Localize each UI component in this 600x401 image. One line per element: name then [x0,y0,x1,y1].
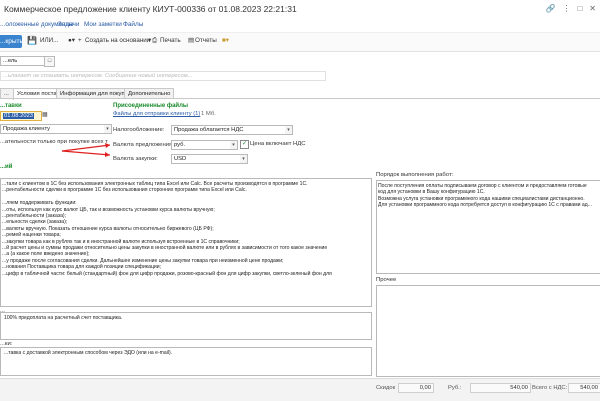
other-label: Прочее [376,277,397,283]
text-line: Для установки программного кода потребуе… [378,202,592,209]
window-title: Коммерческое предложение клиенту КИУТ-00… [4,4,297,14]
vat-checkbox-label: Цена включает НДС [250,141,306,147]
organization-field[interactable]: ...ель [0,56,46,66]
offer-currency-chevron-icon[interactable]: ▾ [230,140,238,150]
link-icon[interactable]: 🔗 [545,4,555,13]
attached-files-link[interactable]: Файлы для отправки клиенту (1) [113,111,200,117]
vat-total-label: Всего с НДС: [532,385,568,391]
plus-icon: + [78,37,82,44]
totals-footer: Скидок 0,00 Руб.: 540,00 Всего с НДС: 54… [0,378,600,401]
reports-icon: ▤ [188,37,194,44]
nav-bar: ...оложенные документы Задачи Мои заметк… [0,18,600,33]
description-label: ...ий [0,164,13,170]
nav-tasks[interactable]: Задачи [58,21,79,28]
total-label: Руб.: [448,385,462,391]
date-value: 01.08.2023 [3,113,35,119]
organization-open-icon[interactable]: □ [44,56,55,67]
tax-label: Налогообложение: [113,127,165,133]
title-bar: Коммерческое предложение клиенту КИУТ-00… [0,0,600,19]
folder-icon[interactable]: ■▾ [222,37,229,44]
delivery-section-label: ...тавки [0,103,22,109]
discounts-label: Скидок [376,385,396,391]
text-line: ...цифр в табличной части: белый (станда… [2,270,332,277]
payment-value: 100% предоплата на расчетный счет постав… [4,315,123,321]
attached-files-size: 1 Мб. [201,111,216,117]
total-value: 540,00 [470,383,531,393]
arrow-to-offer-currency [61,144,111,152]
arrow-head-offer [105,143,110,148]
printer-icon: ⎙ [152,37,158,44]
purchase-currency-field[interactable]: USD [171,154,242,164]
description-lines: ...тали с клиентом в 1С без использовани… [1,179,371,279]
red-arrows [61,143,111,157]
attached-files-heading: Присоединенные файлы [113,103,189,109]
sale-type-field[interactable]: Продажа клиенту [0,124,106,134]
toolbar: ...крыть 💾 ИЛИ... ●▾ + Создать на основа… [0,33,600,52]
window-buttons: 🔗 ⋮ □ ✕ [545,4,596,13]
procedure-textarea[interactable]: После поступления оплаты подписываем дог… [376,180,600,274]
offer-currency-field[interactable]: руб. [171,140,232,150]
procedure-lines: После поступления оплаты подписываем дог… [377,181,600,211]
save-icon[interactable]: 💾 [27,36,37,45]
maximize-icon[interactable]: □ [577,4,582,13]
discounts-value: 0,00 [398,383,434,393]
offer-currency-label: Валюта предложения: [113,142,174,148]
create-based-chevron-icon[interactable]: ▾ [148,37,151,44]
other-textarea[interactable] [376,285,600,377]
ili-button[interactable]: ИЛИ... [40,37,58,44]
nav-notes[interactable]: Мои заметки [84,21,122,28]
description-textarea[interactable]: ...тали с клиентом в 1С без использовани… [0,178,372,307]
reports-button[interactable]: Отчеты [195,37,217,44]
sale-type-chevron-icon[interactable]: ▾ [104,124,112,134]
create-based-button[interactable]: Создать на основании [85,37,150,44]
vat-total-value: 540,00 [568,383,600,393]
user-icon[interactable]: ●▾ [68,37,75,44]
more-icon[interactable]: ⋮ [562,4,570,13]
tax-field[interactable]: Продажа облагается НДС [171,125,287,135]
close-icon[interactable]: ✕ [589,4,596,13]
print-button[interactable]: Печать [160,37,181,44]
nav-files[interactable]: Файлы [123,21,143,28]
tax-chevron-icon[interactable]: ▾ [285,125,293,135]
comment-field[interactable]: ...ьлагает не стаивать интересом. Сообще… [0,71,326,81]
vat-checkbox[interactable]: ✓ [240,140,249,149]
calendar-icon[interactable]: ▦ [42,111,50,119]
delivery-textarea[interactable]: ...тавка с доставкой электронным способо… [0,347,372,376]
procedure-label: Порядок выполнения работ: [376,172,454,178]
arrow-to-purchase-currency [61,150,111,156]
delivery-value: ...тавка с доставкой электронным способо… [4,350,173,356]
purchase-currency-chevron-icon[interactable]: ▾ [240,154,248,164]
save-close-button[interactable]: ...крыть [0,35,23,48]
payment-textarea[interactable]: 100% предоплата на расчетный счет постав… [0,312,372,340]
date-field[interactable]: 01.08.2023 [0,111,42,121]
tabs-divider [0,98,600,99]
